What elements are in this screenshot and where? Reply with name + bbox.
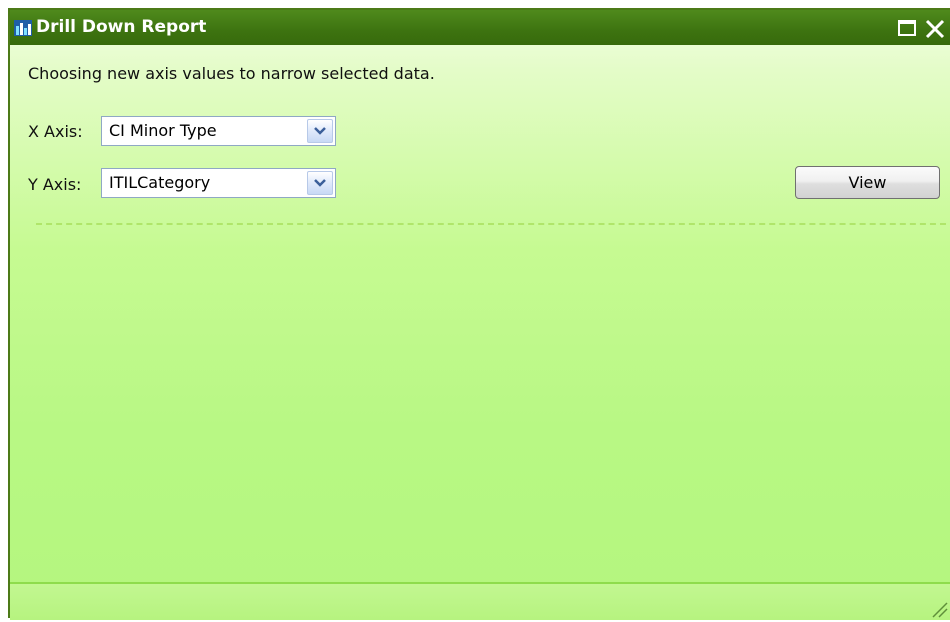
chevron-down-icon[interactable] xyxy=(307,119,333,143)
x-axis-selected-value: CI Minor Type xyxy=(109,121,217,140)
view-button[interactable]: View xyxy=(795,166,940,199)
status-bar xyxy=(10,582,950,620)
y-axis-label: Y Axis: xyxy=(28,175,82,194)
chevron-down-icon[interactable] xyxy=(307,171,333,195)
drill-down-report-window: Drill Down Report Choosing new axis valu… xyxy=(8,8,950,620)
close-icon[interactable] xyxy=(924,18,946,40)
section-divider xyxy=(36,223,946,225)
title-bar[interactable]: Drill Down Report xyxy=(10,10,950,45)
window-title: Drill Down Report xyxy=(36,17,207,37)
resize-grip-icon[interactable] xyxy=(930,600,948,618)
bar-chart-icon xyxy=(14,20,32,36)
maximize-icon[interactable] xyxy=(898,20,916,36)
y-axis-selected-value: ITILCategory xyxy=(109,173,211,192)
form-description: Choosing new axis values to narrow selec… xyxy=(28,64,435,83)
y-axis-select[interactable]: ITILCategory xyxy=(101,168,336,198)
x-axis-select[interactable]: CI Minor Type xyxy=(101,116,336,146)
x-axis-label: X Axis: xyxy=(28,122,83,141)
